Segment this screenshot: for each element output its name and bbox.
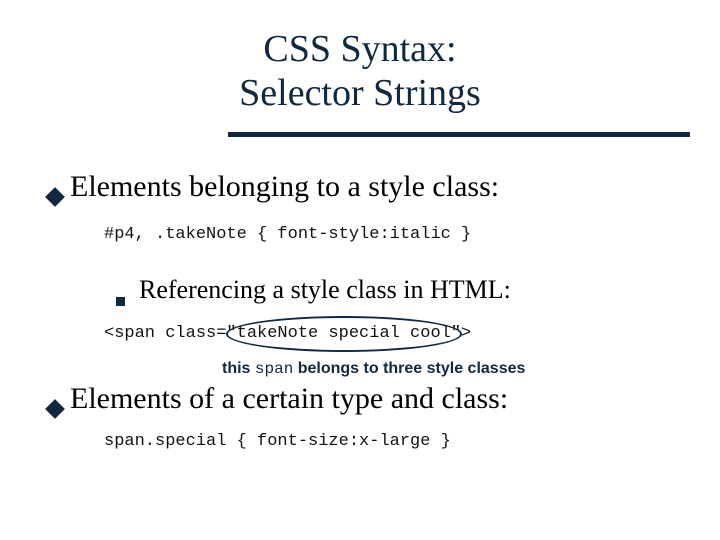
- bullet-1: Elements belonging to a style class:: [48, 170, 499, 204]
- bullet-2-text: Elements of a certain type and class:: [70, 382, 508, 416]
- highlight-ellipse: [226, 316, 462, 352]
- title-underline: [228, 132, 690, 137]
- code-block-3: span.special { font-size:x-large }: [104, 432, 451, 451]
- slide-title: CSS Syntax: Selector Strings: [0, 28, 720, 115]
- code-block-1: #p4, .takeNote { font-style:italic }: [104, 225, 471, 244]
- note-prefix: this: [222, 360, 255, 377]
- sub-bullet-1-text: Referencing a style class in HTML:: [139, 275, 511, 305]
- square-bullet-icon: [116, 297, 125, 306]
- bullet-2: Elements of a certain type and class:: [48, 382, 508, 416]
- slide: CSS Syntax: Selector Strings Elements be…: [0, 0, 720, 540]
- annotation-note: this span belongs to three style classes: [222, 360, 525, 378]
- note-suffix: belongs to three style classes: [293, 360, 525, 377]
- diamond-bullet-icon: [45, 399, 65, 419]
- sub-bullet-1: Referencing a style class in HTML:: [116, 275, 511, 305]
- note-mono: span: [255, 360, 293, 378]
- title-line-2: Selector Strings: [0, 72, 720, 116]
- bullet-1-text: Elements belonging to a style class:: [70, 170, 499, 204]
- title-line-1: CSS Syntax:: [0, 28, 720, 72]
- diamond-bullet-icon: [45, 187, 65, 207]
